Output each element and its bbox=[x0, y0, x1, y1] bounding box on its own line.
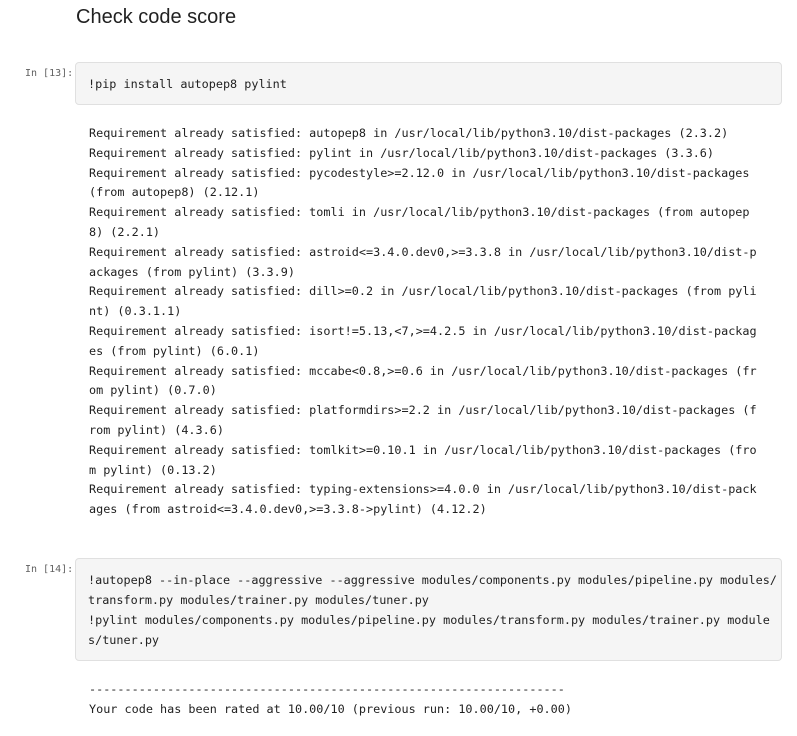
code-line: s/tuner.py bbox=[88, 633, 160, 647]
cell-14-output: ----------------------------------------… bbox=[89, 680, 769, 720]
output-line: Requirement already satisfied: isort!=5.… bbox=[89, 323, 757, 338]
code-line: !pip install autopep8 pylint bbox=[88, 77, 287, 91]
output-line: Requirement already satisfied: typing-ex… bbox=[89, 482, 757, 497]
output-line: Requirement already satisfied: pycodesty… bbox=[89, 165, 750, 180]
output-line: rom pylint) (4.3.6) bbox=[89, 422, 224, 437]
cell-14-input[interactable]: !autopep8 --in-place --aggressive --aggr… bbox=[75, 558, 782, 661]
section-heading: Check code score bbox=[76, 6, 237, 28]
output-separator: ----------------------------------------… bbox=[89, 682, 565, 696]
output-line: es (from pylint) (6.0.1) bbox=[89, 343, 260, 358]
output-line: Requirement already satisfied: pylint in… bbox=[89, 145, 715, 160]
code-line: transform.py modules/trainer.py modules/… bbox=[88, 593, 429, 607]
cell-13-input[interactable]: !pip install autopep8 pylint bbox=[75, 62, 782, 105]
output-line: Your code has been rated at 10.00/10 (pr… bbox=[89, 701, 572, 716]
output-line: om pylint) (0.7.0) bbox=[89, 383, 217, 398]
output-line: nt) (0.3.1.1) bbox=[89, 304, 182, 319]
output-line: m pylint) (0.13.2) bbox=[89, 462, 217, 477]
cell-13-output: Requirement already satisfied: autopep8 … bbox=[89, 124, 769, 520]
output-line: (from autopep8) (2.12.1) bbox=[89, 185, 260, 200]
output-line: Requirement already satisfied: mccabe<0.… bbox=[89, 363, 757, 378]
cell-14-prompt: In [14]: bbox=[25, 564, 74, 575]
output-line: ages (from astroid<=3.4.0.dev0,>=3.3.8->… bbox=[89, 502, 487, 517]
output-line: Requirement already satisfied: tomli in … bbox=[89, 205, 750, 220]
cell-13-prompt: In [13]: bbox=[25, 68, 74, 79]
output-line: Requirement already satisfied: autopep8 … bbox=[89, 126, 729, 140]
output-line: Requirement already satisfied: dill>=0.2… bbox=[89, 284, 757, 299]
output-line: Requirement already satisfied: tomlkit>=… bbox=[89, 442, 757, 457]
output-line: ackages (from pylint) (3.3.9) bbox=[89, 264, 295, 279]
output-line: Requirement already satisfied: platformd… bbox=[89, 403, 757, 418]
code-line: !pylint modules/components.py modules/pi… bbox=[88, 613, 770, 627]
code-line: !autopep8 --in-place --aggressive --aggr… bbox=[88, 573, 777, 587]
output-line: Requirement already satisfied: astroid<=… bbox=[89, 244, 757, 259]
output-line: 8) (2.2.1) bbox=[89, 224, 161, 239]
